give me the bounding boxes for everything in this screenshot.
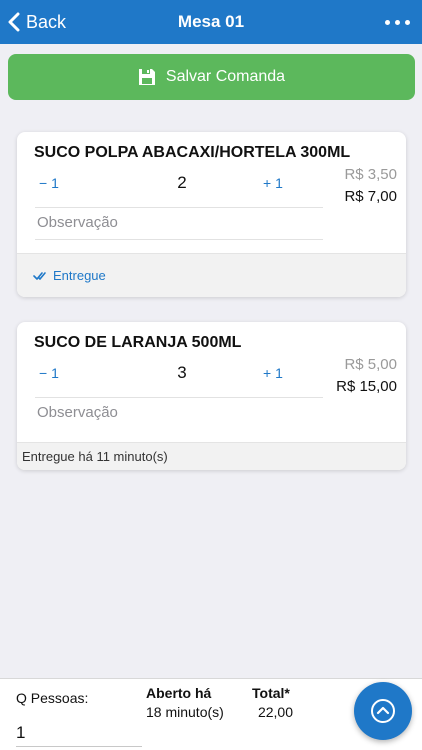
nav-header: Back Mesa 01	[0, 0, 422, 44]
delivered-time-label: Entregue há 11 minuto(s)	[22, 449, 168, 464]
opened-duration: 18 minuto(s)	[146, 704, 224, 720]
item-status-bar: Entregue há 11 minuto(s)	[17, 442, 406, 470]
back-label: Back	[26, 11, 67, 32]
divider	[35, 239, 323, 240]
observation-field[interactable]	[35, 208, 323, 236]
save-order-button[interactable]: Salvar Comanda	[8, 54, 415, 100]
item-total-price: R$ 15,00	[336, 378, 397, 395]
increment-button[interactable]: + 1	[263, 365, 283, 381]
chevron-up-circle-icon	[371, 699, 395, 723]
delivered-label: Entregue	[53, 268, 106, 283]
more-dots-icon[interactable]	[385, 0, 410, 44]
total-label: Total*	[252, 685, 290, 701]
scroll-up-button[interactable]	[354, 682, 412, 740]
total-value: 22,00	[257, 704, 293, 720]
unit-price: R$ 3,50	[344, 166, 397, 183]
quantity-value: 2	[177, 173, 187, 192]
people-count-input[interactable]	[16, 719, 142, 747]
increment-button[interactable]: + 1	[263, 175, 283, 191]
back-button[interactable]: Back	[8, 0, 66, 44]
item-status-bar: Entregue	[17, 253, 406, 297]
decrement-button[interactable]: − 1	[39, 365, 59, 381]
item-name: SUCO POLPA ABACAXI/HORTELA 300ML	[34, 144, 351, 161]
people-count-label: Q Pessoas:	[16, 690, 89, 706]
observation-field[interactable]	[35, 398, 323, 426]
decrement-button[interactable]: − 1	[39, 175, 59, 191]
chevron-left-icon	[8, 12, 20, 32]
item-total-price: R$ 7,00	[344, 188, 397, 205]
opened-label: Aberto há	[146, 685, 212, 701]
delivered-status: Entregue	[33, 268, 106, 283]
unit-price: R$ 5,00	[344, 356, 397, 373]
quantity-value: 3	[177, 363, 187, 382]
order-item-card: SUCO POLPA ABACAXI/HORTELA 300ML − 1 2 +…	[17, 132, 406, 297]
floppy-disk-icon	[138, 69, 155, 85]
save-order-label: Salvar Comanda	[165, 68, 286, 85]
order-item-card: SUCO DE LARANJA 500ML − 1 3 + 1 R$ 5,00 …	[17, 322, 406, 470]
double-check-icon	[33, 271, 46, 280]
item-name: SUCO DE LARANJA 500ML	[34, 334, 242, 351]
